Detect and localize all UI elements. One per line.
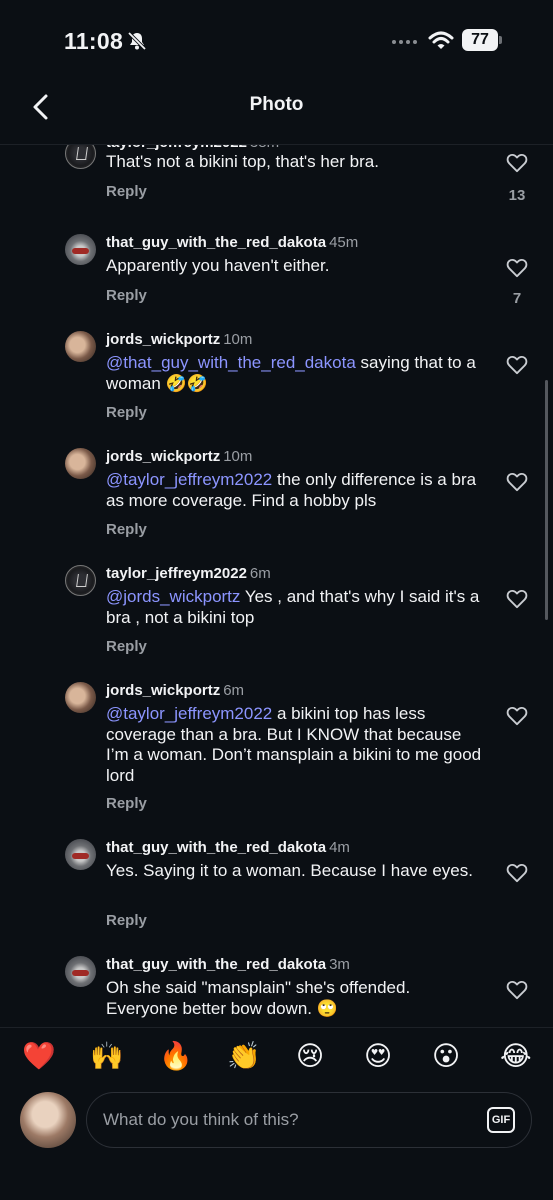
avatar[interactable] xyxy=(65,448,96,479)
avatar[interactable] xyxy=(65,331,96,362)
comment-time: 3m xyxy=(329,956,350,973)
signal-dots xyxy=(392,40,417,44)
my-avatar xyxy=(20,1092,76,1148)
mention-link[interactable]: @jords_wickportz xyxy=(106,587,240,606)
mention-link[interactable]: @taylor_jeffreym2022 xyxy=(106,470,272,489)
comment-text: That's not a bikini top, that's her bra. xyxy=(106,152,379,171)
comment-time: 10m xyxy=(223,448,253,465)
status-time: 11:08 xyxy=(64,28,124,54)
comment-username[interactable]: that_guy_with_the_red_dakota 3m xyxy=(106,956,350,973)
comment-time: 6m xyxy=(249,565,271,582)
heart-outline-icon[interactable] xyxy=(506,258,528,278)
avatar[interactable] xyxy=(65,682,96,713)
reply-button[interactable]: Reply xyxy=(106,521,147,538)
avatar[interactable] xyxy=(65,234,96,265)
comment-time: 45m xyxy=(329,234,359,251)
wifi-icon xyxy=(428,31,454,49)
emoji-raised-hands-button[interactable]: 🙌 xyxy=(90,1042,124,1072)
nav-header: Photo xyxy=(0,84,553,145)
avatar[interactable] xyxy=(65,565,96,596)
comment-text: @taylor_jeffreym2022 the only difference… xyxy=(106,470,477,510)
comment-text: @that_guy_with_the_red_dakota saying tha… xyxy=(106,353,476,393)
scrollbar-thumb[interactable] xyxy=(545,380,548,620)
gif-icon[interactable]: GIF xyxy=(487,1107,515,1133)
comment-time: 10m xyxy=(223,331,253,348)
comment-list[interactable]: taylor_jeffreym202238m That's not a biki… xyxy=(0,145,553,1027)
reply-button[interactable]: Reply xyxy=(106,287,147,304)
comment-username[interactable]: jords_wickportz 10m xyxy=(106,448,252,465)
reply-button[interactable]: Reply xyxy=(106,404,147,421)
comment-composer: What do you think of this? GIF xyxy=(0,1087,553,1200)
emoji-reaction-bar: ❤️ 🙌 🔥 👏 😢 😍 😮 😂 xyxy=(0,1027,553,1088)
bell-slash-icon xyxy=(127,31,147,51)
avatar[interactable] xyxy=(65,956,96,987)
reply-button[interactable]: Reply xyxy=(106,795,147,812)
comment-text: Yes. Saying it to a woman. Because I hav… xyxy=(106,861,473,880)
comment-username[interactable]: taylor_jeffreym202238m xyxy=(106,145,279,151)
like-count: 7 xyxy=(512,290,522,307)
comment-username[interactable]: that_guy_with_the_red_dakota 4m xyxy=(106,839,350,856)
emoji-surprised-button[interactable]: 😮 xyxy=(432,1042,460,1072)
emoji-heart-eyes-button[interactable]: 😍 xyxy=(364,1042,392,1072)
comment-username[interactable]: jords_wickportz 6m xyxy=(106,682,244,699)
comment-input-placeholder: What do you think of this? xyxy=(103,1110,299,1129)
comment-username[interactable]: that_guy_with_the_red_dakota 45m xyxy=(106,234,358,251)
comment-time: 4m xyxy=(329,839,350,856)
comment-text: Apparently you haven't either. xyxy=(106,256,330,275)
heart-outline-icon[interactable] xyxy=(506,355,528,375)
emoji-fire-button[interactable]: 🔥 xyxy=(159,1042,193,1072)
heart-outline-icon[interactable] xyxy=(506,472,528,492)
mention-link[interactable]: @taylor_jeffreym2022 xyxy=(106,704,272,723)
battery-indicator: 77 xyxy=(462,29,498,51)
emoji-crying-button[interactable]: 😢 xyxy=(296,1042,324,1072)
heart-outline-icon[interactable] xyxy=(506,980,528,1000)
comment-text: Oh she said "mansplain" she's offended. … xyxy=(106,978,411,1018)
comment-username[interactable]: taylor_jeffreym2022 6m xyxy=(106,565,271,582)
reply-button[interactable]: Reply xyxy=(106,912,147,929)
heart-outline-icon[interactable] xyxy=(506,863,528,883)
reply-button[interactable]: Reply xyxy=(106,638,147,655)
heart-outline-icon[interactable] xyxy=(506,589,528,609)
avatar[interactable] xyxy=(65,839,96,870)
emoji-heart-button[interactable]: ❤️ xyxy=(22,1042,56,1072)
reply-button[interactable]: Reply xyxy=(106,183,147,200)
heart-outline-icon[interactable] xyxy=(506,153,528,173)
page-title: Photo xyxy=(249,94,304,115)
comment-text: @taylor_jeffreym2022 a bikini top has le… xyxy=(106,704,482,785)
comment-time: 38m xyxy=(250,145,279,151)
comment-username[interactable]: jords_wickportz 10m xyxy=(106,331,252,348)
like-count: 13 xyxy=(508,187,526,204)
comment-text: @jords_wickportz Yes , and that's why I … xyxy=(106,587,480,627)
emoji-clap-button[interactable]: 👏 xyxy=(227,1042,261,1072)
emoji-laughing-button[interactable]: 😂 xyxy=(500,1042,532,1072)
heart-outline-icon[interactable] xyxy=(506,706,528,726)
status-bar: 11:08 77 xyxy=(0,0,553,84)
comment-input[interactable]: What do you think of this? GIF xyxy=(86,1092,532,1148)
comment-time: 6m xyxy=(223,682,245,699)
mention-link[interactable]: @that_guy_with_the_red_dakota xyxy=(106,353,356,372)
battery-cap xyxy=(499,36,502,44)
avatar[interactable] xyxy=(65,145,96,169)
